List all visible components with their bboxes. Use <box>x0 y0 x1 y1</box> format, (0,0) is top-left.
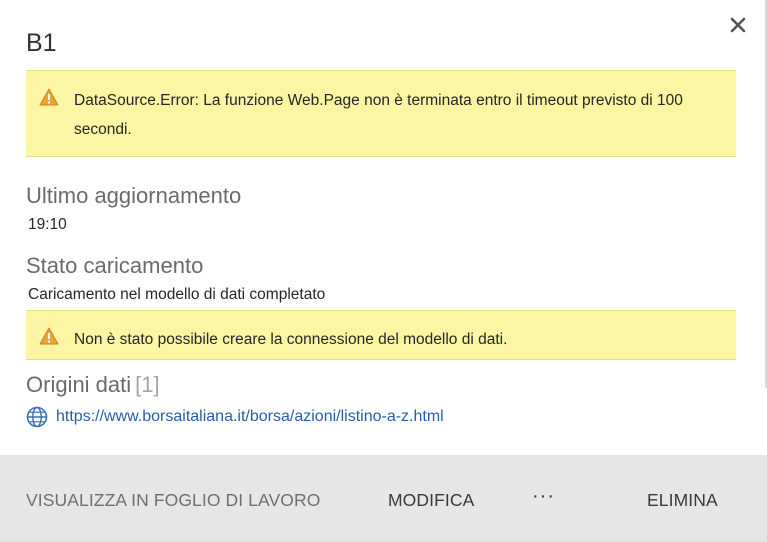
last-update-heading: Ultimo aggiornamento <box>26 183 242 208</box>
last-update-value: 19:10 <box>28 216 67 233</box>
edit-button[interactable]: MODIFICA <box>388 490 474 511</box>
data-sources-label: Origini dati <box>26 372 132 397</box>
more-options-button[interactable]: ··· <box>532 485 555 508</box>
data-source-item: https://www.borsaitaliana.it/borsa/azion… <box>26 406 444 428</box>
data-sources-heading: Origini dati [1] <box>26 372 160 398</box>
error-message: DataSource.Error: La funzione Web.Page n… <box>74 92 683 138</box>
view-in-worksheet-button[interactable]: VISUALIZZA IN FOGLIO DI LAVORO <box>26 490 320 511</box>
load-status-value: Caricamento nel modello di dati completa… <box>28 286 326 303</box>
delete-button[interactable]: ELIMINA <box>647 490 718 511</box>
model-connection-message: Non è stato possibile creare la connessi… <box>74 331 508 348</box>
globe-icon <box>26 406 48 428</box>
close-icon <box>730 17 746 33</box>
close-button[interactable] <box>727 14 749 36</box>
panel-title: B1 <box>26 29 57 57</box>
warning-icon <box>39 88 59 106</box>
data-sources-count: [1] <box>135 372 160 397</box>
error-banner: DataSource.Error: La funzione Web.Page n… <box>26 70 736 157</box>
footer-action-bar: VISUALIZZA IN FOGLIO DI LAVORO MODIFICA … <box>0 455 767 542</box>
model-connection-banner: Non è stato possibile creare la connessi… <box>26 310 736 360</box>
data-source-link[interactable]: https://www.borsaitaliana.it/borsa/azion… <box>56 408 444 426</box>
load-status-heading: Stato caricamento <box>26 253 204 278</box>
warning-icon <box>39 327 59 345</box>
